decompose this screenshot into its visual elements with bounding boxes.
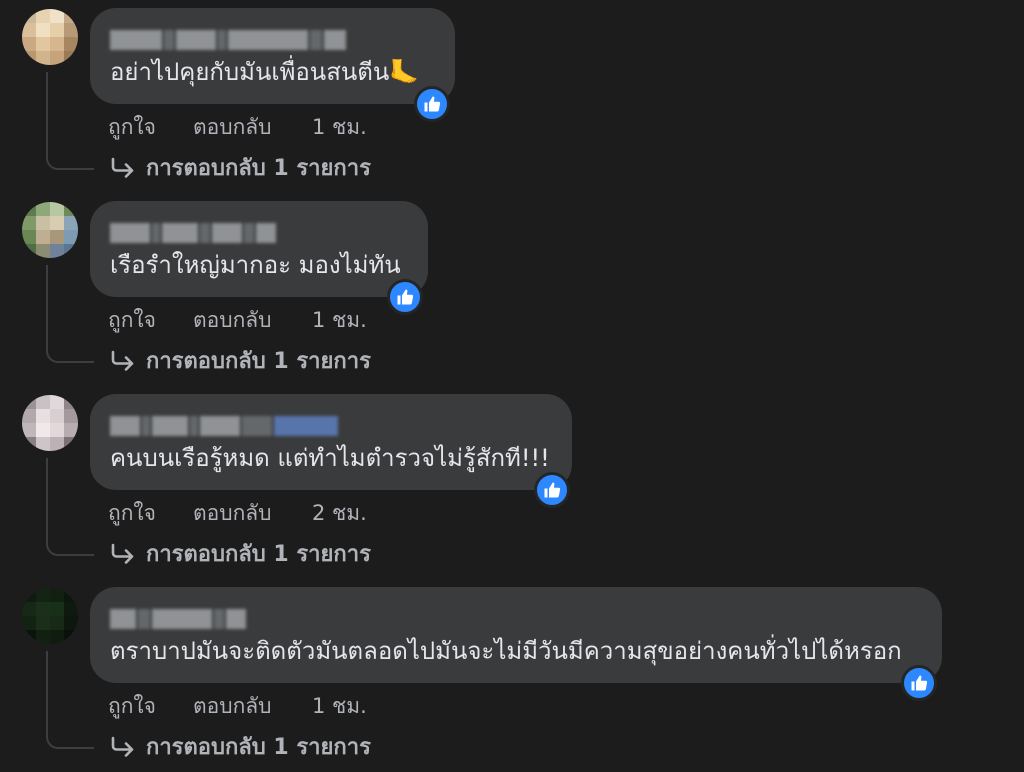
thread-connector <box>46 72 94 170</box>
view-replies-link[interactable]: การตอบกลับ 1 รายการ <box>110 343 371 378</box>
avatar[interactable] <box>22 9 78 65</box>
like-reaction-badge[interactable] <box>414 86 450 122</box>
timestamp[interactable]: 1 ชม. <box>312 690 367 723</box>
reply-arrow-icon <box>111 736 134 757</box>
comment-bubble: เรือรำใหญ่มากอะ มองไม่ทัน <box>90 201 428 297</box>
author-name-redacted[interactable] <box>110 416 338 436</box>
view-replies-label[interactable]: การตอบกลับ 1 รายการ <box>146 150 371 185</box>
thumbs-up-icon <box>424 96 441 112</box>
comment-item: ตราบาปมันจะติดตัวมันตลอดไปมันจะไม่มีวันม… <box>0 579 1024 772</box>
reply-button[interactable]: ตอบกลับ <box>193 111 272 144</box>
avatar[interactable] <box>22 395 78 451</box>
view-replies-label[interactable]: การตอบกลับ 1 รายการ <box>146 343 371 378</box>
view-replies-link[interactable]: การตอบกลับ 1 รายการ <box>110 729 371 764</box>
comment-text: เรือรำใหญ่มากอะ มองไม่ทัน <box>110 251 401 279</box>
reply-button[interactable]: ตอบกลับ <box>193 304 272 337</box>
view-replies-link[interactable]: การตอบกลับ 1 รายการ <box>110 536 371 571</box>
timestamp[interactable]: 2 ชม. <box>312 497 367 530</box>
comment-item: อย่าไปคุยกับมันเพื่อนสนตีน🦶 ถูกใจ ตอบกลั… <box>0 0 1024 193</box>
thread-connector <box>46 458 94 556</box>
comment-item: เรือรำใหญ่มากอะ มองไม่ทัน ถูกใจ ตอบกลับ … <box>0 193 1024 386</box>
view-replies-label[interactable]: การตอบกลับ 1 รายการ <box>146 536 371 571</box>
reply-arrow-icon <box>111 350 134 371</box>
comment-text: ตราบาปมันจะติดตัวมันตลอดไปมันจะไม่มีวันม… <box>110 637 902 665</box>
view-replies-link[interactable]: การตอบกลับ 1 รายการ <box>110 150 371 185</box>
like-reaction-badge[interactable] <box>901 665 937 701</box>
author-name-redacted[interactable] <box>110 30 346 50</box>
reply-button[interactable]: ตอบกลับ <box>193 690 272 723</box>
author-name-redacted[interactable] <box>110 609 246 629</box>
like-reaction-badge[interactable] <box>534 472 570 508</box>
like-reaction-badge[interactable] <box>387 279 423 315</box>
comment-text: อย่าไปคุยกับมันเพื่อนสนตีน🦶 <box>110 58 420 86</box>
thumbs-up-icon <box>544 482 561 498</box>
reply-arrow-icon <box>111 157 134 178</box>
like-button[interactable]: ถูกใจ <box>108 304 156 337</box>
author-name-redacted[interactable] <box>110 223 276 243</box>
thread-connector <box>46 265 94 363</box>
avatar[interactable] <box>22 202 78 258</box>
comment-item: คนบนเรือรู้หมด แต่ทำไมตำรวจไม่รู้สักที!!… <box>0 386 1024 579</box>
thumbs-up-icon <box>911 675 928 691</box>
like-button[interactable]: ถูกใจ <box>108 111 156 144</box>
view-replies-label[interactable]: การตอบกลับ 1 รายการ <box>146 729 371 764</box>
avatar[interactable] <box>22 588 78 644</box>
reply-button[interactable]: ตอบกลับ <box>193 497 272 530</box>
comment-text: คนบนเรือรู้หมด แต่ทำไมตำรวจไม่รู้สักที!!… <box>110 444 550 472</box>
comment-bubble: ตราบาปมันจะติดตัวมันตลอดไปมันจะไม่มีวันม… <box>90 587 942 683</box>
thumbs-up-icon <box>397 289 414 305</box>
thread-connector <box>46 651 94 749</box>
like-button[interactable]: ถูกใจ <box>108 690 156 723</box>
comment-bubble: คนบนเรือรู้หมด แต่ทำไมตำรวจไม่รู้สักที!!… <box>90 394 572 490</box>
reply-arrow-icon <box>111 543 134 564</box>
comment-bubble: อย่าไปคุยกับมันเพื่อนสนตีน🦶 <box>90 8 455 104</box>
like-button[interactable]: ถูกใจ <box>108 497 156 530</box>
timestamp[interactable]: 1 ชม. <box>312 304 367 337</box>
timestamp[interactable]: 1 ชม. <box>312 111 367 144</box>
